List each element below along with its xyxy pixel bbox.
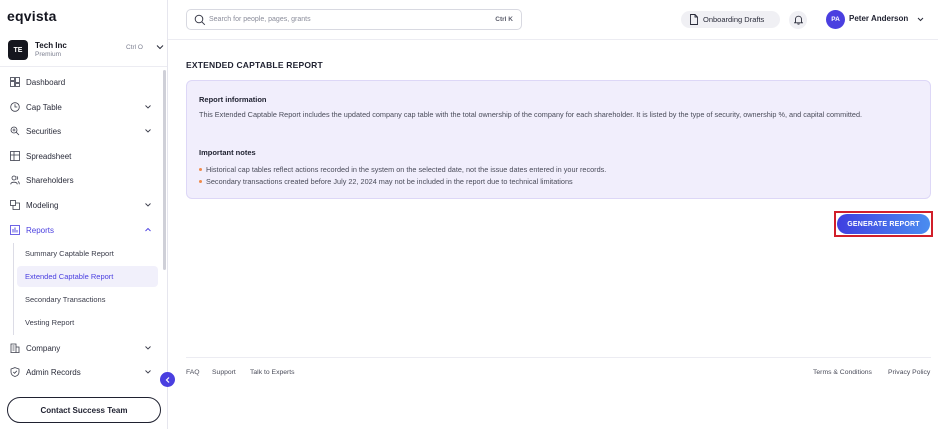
page-title: EXTENDED CAPTABLE REPORT xyxy=(186,60,323,70)
footer-link-privacy[interactable]: Privacy Policy xyxy=(888,369,930,376)
contact-success-team-button[interactable]: Contact Success Team xyxy=(7,397,161,423)
chevron-down-icon[interactable] xyxy=(916,15,925,24)
company-icon xyxy=(10,343,20,353)
footer-link-support[interactable]: Support xyxy=(212,369,236,376)
sidebar-item-label: Admin Records xyxy=(26,367,81,377)
company-plan: Premium xyxy=(35,51,62,58)
spreadsheet-icon xyxy=(10,151,20,161)
sidebar-item-shareholders[interactable]: Shareholders xyxy=(0,170,160,190)
sidebar-item-label: Cap Table xyxy=(26,102,62,112)
important-notes-heading: Important notes xyxy=(199,148,256,157)
sidebar-item-label: Spreadsheet xyxy=(26,151,72,161)
generate-report-button[interactable]: GENERATE REPORT xyxy=(837,214,930,234)
sidebar-item-company[interactable]: Company xyxy=(0,338,160,358)
report-info-panel: Report information This Extended Captabl… xyxy=(186,80,931,199)
bullet-icon xyxy=(199,168,202,171)
dashboard-icon xyxy=(10,77,20,87)
footer-link-talk-to-experts[interactable]: Talk to Experts xyxy=(250,369,295,376)
search-input[interactable]: Search for people, pages, grants Ctrl K xyxy=(186,9,522,30)
app-logo[interactable]: eqvista xyxy=(7,8,57,24)
users-icon xyxy=(10,175,20,185)
footer-link-terms[interactable]: Terms & Conditions xyxy=(813,369,872,376)
company-name: Tech Inc xyxy=(35,41,67,50)
sidebar-item-label: Dashboard xyxy=(26,77,66,87)
securities-icon xyxy=(10,126,20,136)
sidebar-subitem-label: Summary Captable Report xyxy=(25,249,114,258)
notifications-button[interactable] xyxy=(789,11,807,29)
chevron-down-icon xyxy=(145,370,151,374)
company-switcher[interactable]: TE Tech Inc Premium Ctrl O xyxy=(8,38,164,62)
shield-icon xyxy=(10,367,20,377)
search-icon xyxy=(194,14,206,26)
note-item: Secondary transactions created before Ju… xyxy=(199,177,573,186)
sidebar-subitem-vesting-report[interactable]: Vesting Report xyxy=(17,312,158,333)
user-avatar[interactable]: PA xyxy=(826,10,845,29)
sidebar-item-modeling[interactable]: Modeling xyxy=(0,195,160,215)
onboarding-drafts-label: Onboarding Drafts xyxy=(703,15,765,24)
sidebar-item-label: Securities xyxy=(26,126,62,136)
reports-icon xyxy=(10,225,20,235)
sidebar-subitem-label: Secondary Transactions xyxy=(25,295,106,304)
sidebar-item-label: Shareholders xyxy=(26,175,74,185)
user-name[interactable]: Peter Anderson xyxy=(849,14,908,23)
chevron-left-icon xyxy=(165,376,169,383)
sidebar-subitem-secondary-transactions[interactable]: Secondary Transactions xyxy=(17,289,158,310)
sidebar: eqvista TE Tech Inc Premium Ctrl O Dashb… xyxy=(0,0,168,429)
search-placeholder: Search for people, pages, grants xyxy=(209,16,311,23)
chevron-up-icon xyxy=(145,227,151,232)
sidebar-item-spreadsheet[interactable]: Spreadsheet xyxy=(0,146,160,166)
sidebar-item-admin-records[interactable]: Admin Records xyxy=(0,362,160,382)
sidebar-subitem-extended-captable[interactable]: Extended Captable Report xyxy=(17,266,158,287)
sidebar-subitem-summary-captable[interactable]: Summary Captable Report xyxy=(17,243,158,264)
footer-divider xyxy=(186,357,931,358)
footer-link-faq[interactable]: FAQ xyxy=(186,369,200,376)
bell-icon xyxy=(793,15,803,25)
sidebar-item-label: Modeling xyxy=(26,200,59,210)
sidebar-item-cap-table[interactable]: Cap Table xyxy=(0,97,160,117)
submenu-guide-line xyxy=(13,243,14,335)
divider xyxy=(0,66,167,67)
sidebar-subitem-label: Vesting Report xyxy=(25,318,75,327)
chevron-down-icon xyxy=(145,129,151,133)
modeling-icon xyxy=(10,200,20,210)
document-icon xyxy=(690,14,698,25)
sidebar-item-label: Reports xyxy=(26,225,55,235)
report-info-heading: Report information xyxy=(199,95,267,104)
sidebar-subitem-label: Extended Captable Report xyxy=(25,272,114,281)
sidebar-item-securities[interactable]: Securities xyxy=(0,121,160,141)
company-shortcut: Ctrl O xyxy=(126,44,143,51)
search-shortcut: Ctrl K xyxy=(495,16,513,23)
sidebar-item-reports[interactable]: Reports xyxy=(0,220,160,240)
sidebar-scrollbar[interactable] xyxy=(163,70,166,270)
chevron-down-icon xyxy=(156,45,164,50)
sidebar-item-label: Company xyxy=(26,343,61,353)
note-text: Historical cap tables reflect actions re… xyxy=(206,165,607,174)
note-item: Historical cap tables reflect actions re… xyxy=(199,165,606,174)
pie-clock-icon xyxy=(10,102,20,112)
note-text: Secondary transactions created before Ju… xyxy=(206,177,573,186)
chevron-down-icon xyxy=(145,346,151,350)
sidebar-item-dashboard[interactable]: Dashboard xyxy=(0,72,160,92)
collapse-sidebar-button[interactable] xyxy=(160,372,175,387)
company-avatar: TE xyxy=(8,40,28,60)
onboarding-drafts-button[interactable]: Onboarding Drafts xyxy=(681,11,780,28)
chevron-down-icon xyxy=(145,203,151,207)
chevron-down-icon xyxy=(145,105,151,109)
header-divider xyxy=(168,39,938,40)
report-info-text: This Extended Captable Report includes t… xyxy=(199,110,863,119)
bullet-icon xyxy=(199,180,202,183)
